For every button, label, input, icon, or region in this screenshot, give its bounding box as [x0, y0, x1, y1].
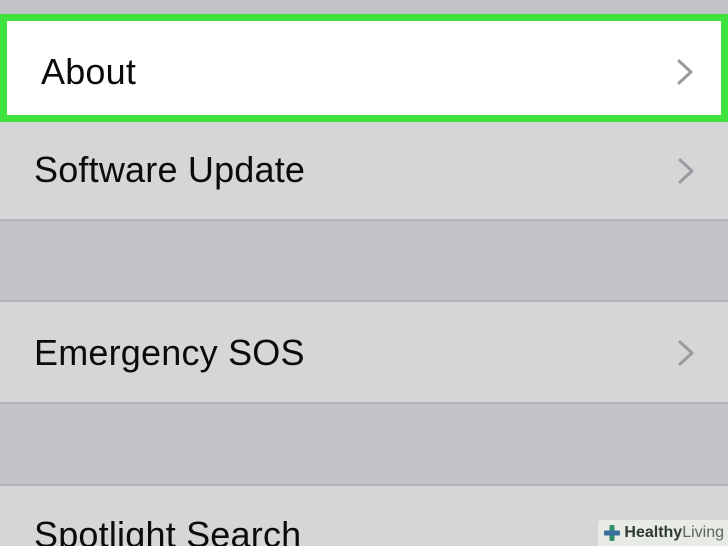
settings-row-software-update[interactable]: Software Update: [0, 122, 728, 221]
watermark-brand-light: Living: [682, 524, 724, 541]
watermark-badge: HealthyLiving: [598, 520, 728, 546]
settings-row-about-label: About: [41, 51, 137, 92]
settings-row-emergency-sos-label: Emergency SOS: [34, 332, 305, 373]
group-separator: [0, 221, 728, 302]
chevron-right-icon: [678, 158, 694, 184]
watermark-brand-bold: Healthy: [624, 524, 683, 541]
chevron-right-icon: [678, 340, 694, 366]
group-separator: [0, 404, 728, 486]
settings-row-about[interactable]: About: [0, 14, 728, 122]
settings-row-software-update-label: Software Update: [34, 149, 306, 190]
chevron-right-icon: [677, 59, 693, 85]
cross-logo-icon: [604, 525, 621, 541]
settings-row-emergency-sos[interactable]: Emergency SOS: [0, 302, 728, 404]
settings-row-spotlight-search-label: Spotlight Search: [34, 514, 302, 546]
top-group-gap: [0, 0, 728, 14]
